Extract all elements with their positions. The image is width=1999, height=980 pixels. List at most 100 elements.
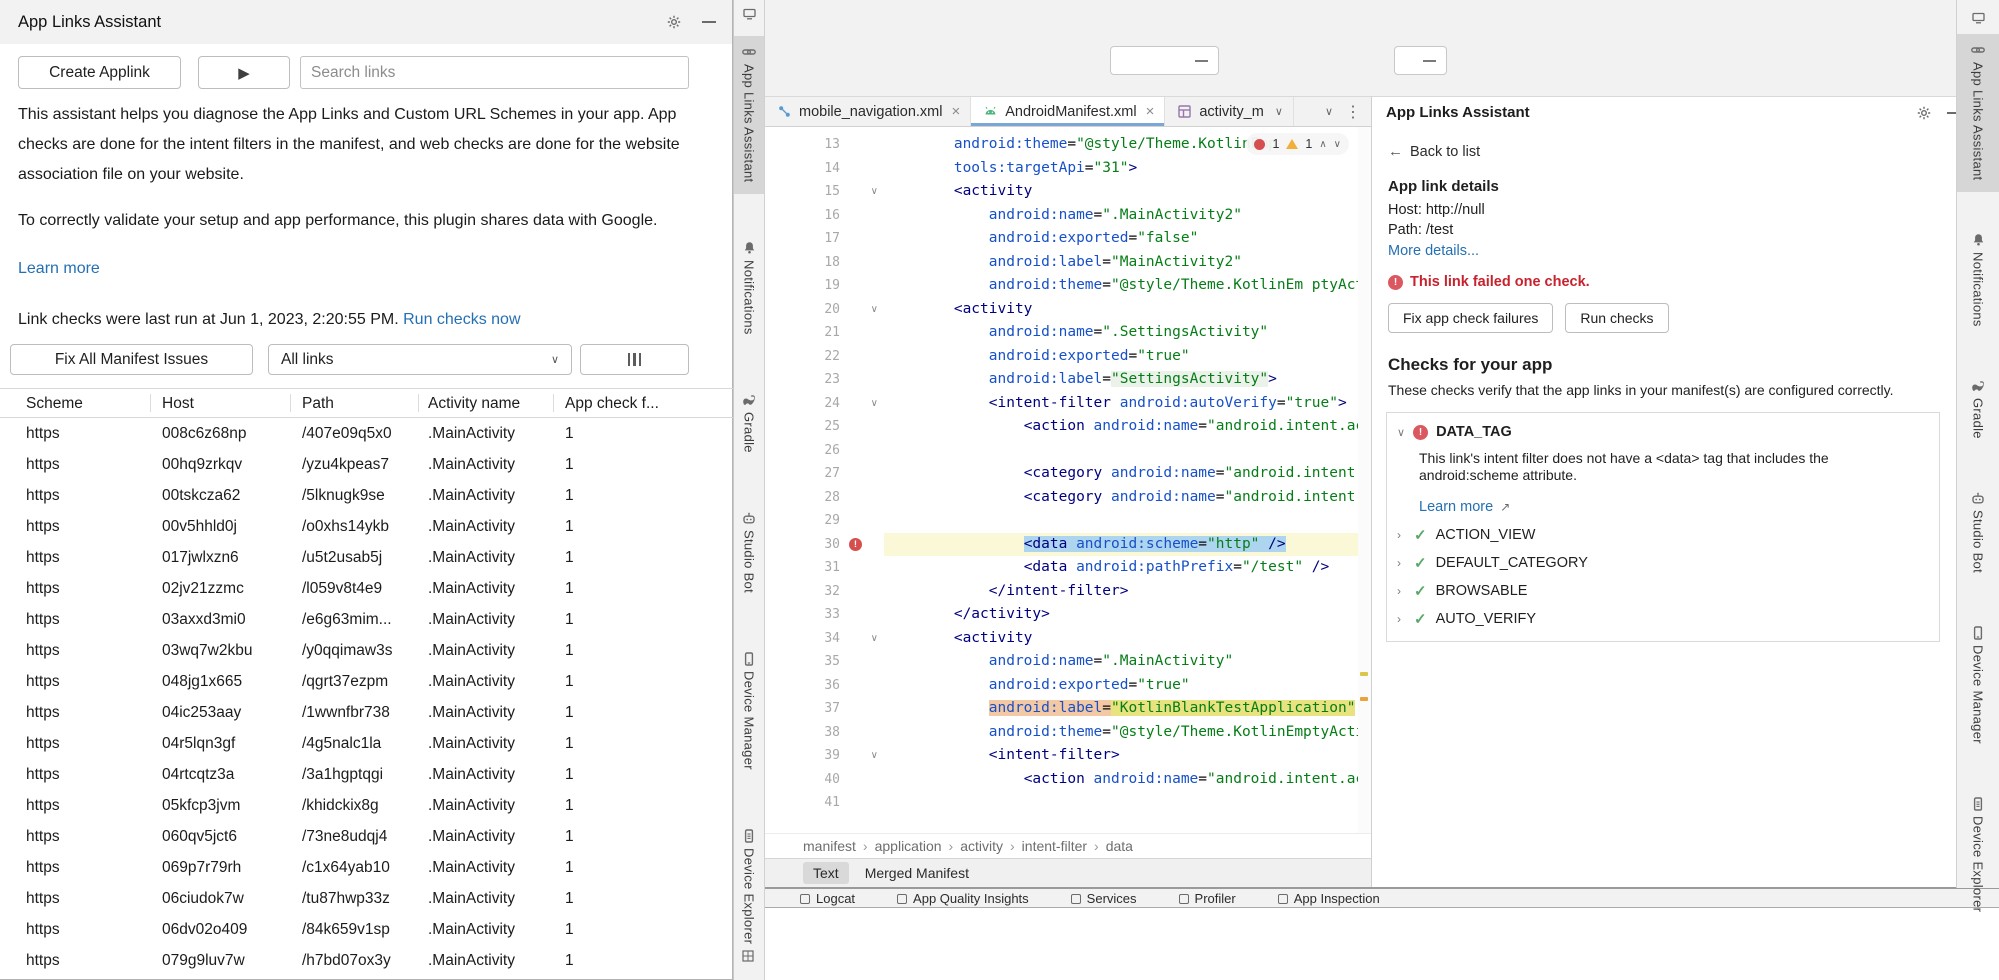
fold-icon[interactable]: ∨ <box>871 298 878 322</box>
tool-stripe-notifications[interactable]: Notifications <box>734 232 764 347</box>
code-line[interactable] <box>884 439 1358 463</box>
table-row[interactable]: https03axxd3mi0/e6g63mim....MainActivity… <box>0 604 733 635</box>
learn-more-link[interactable]: Learn more ↗ <box>1419 499 1925 515</box>
column-settings-button[interactable] <box>580 344 689 375</box>
create-applink-button[interactable]: Create Applink <box>18 56 181 89</box>
bottom-tool-app-quality-insights[interactable]: App Quality Insights <box>897 889 1029 908</box>
chevron-down-icon[interactable]: ∨ <box>1275 105 1283 118</box>
code-line[interactable]: </intent-filter> <box>884 580 1358 604</box>
table-row[interactable]: https02jv21zzmc/l059v8t4e9.MainActivity1 <box>0 573 733 604</box>
failed-check-row[interactable]: ∨ ! DATA_TAG <box>1397 424 1925 440</box>
fix-app-check-failures-button[interactable]: Fix app check failures <box>1388 303 1553 333</box>
tool-stripe-notifications[interactable]: Notifications <box>1957 224 1999 339</box>
grid-tool-icon[interactable] <box>742 950 754 962</box>
passed-check-row-auto-verify[interactable]: ›✓AUTO_VERIFY <box>1397 610 1925 627</box>
code-line[interactable]: android:theme="@style/Theme.KotlinEm pty… <box>884 274 1358 298</box>
close-icon[interactable]: × <box>1146 103 1155 120</box>
hidden-tabs-chevron-icon[interactable]: ∨ <box>1325 105 1333 118</box>
code-line[interactable]: android:name=".MainActivity2" <box>884 204 1358 228</box>
screen-icon[interactable] <box>1972 12 1985 24</box>
prev-issue-icon[interactable]: ∧ <box>1319 139 1326 150</box>
window-title-bar[interactable]: App Links Assistant <box>0 0 732 44</box>
tool-stripe-device-manager[interactable]: Device Manager <box>1957 617 1999 756</box>
code-line[interactable]: android:name=".SettingsActivity" <box>884 321 1358 345</box>
breadcrumb-item-application[interactable]: application <box>875 838 942 854</box>
run-checks-button[interactable]: Run checks <box>1565 303 1668 333</box>
code-line[interactable]: <activity <box>884 180 1358 204</box>
breadcrumb-item-intent-filter[interactable]: intent-filter <box>1022 838 1087 854</box>
table-row[interactable]: https06ciudok7w/tu87hwp33z.MainActivity1 <box>0 883 733 914</box>
editor-tab-androidmanifest-xml[interactable]: AndroidManifest.xml× <box>971 97 1165 126</box>
table-row[interactable]: https069p7r79rh/c1x64yab10.MainActivity1 <box>0 852 733 883</box>
column-header-host[interactable]: Host <box>162 389 194 419</box>
table-row[interactable]: https079g9luv7w/h7bd07ox3y.MainActivity1 <box>0 945 733 976</box>
table-row[interactable]: https00v5hhld0j/o0xhs14ykb.MainActivity1 <box>0 511 733 542</box>
close-icon[interactable]: × <box>951 103 960 120</box>
links-filter-dropdown[interactable]: All links ∨ <box>268 344 572 375</box>
breadcrumb-item-data[interactable]: data <box>1106 838 1133 854</box>
breadcrumb-item-manifest[interactable]: manifest <box>803 838 856 854</box>
tool-stripe-studio-bot[interactable]: Studio Bot <box>734 503 764 605</box>
table-row[interactable]: https008c6z68np/407e09q5x0.MainActivity1 <box>0 418 733 449</box>
editor-code-area[interactable]: android:theme="@style/Theme.KotlinEmp to… <box>884 133 1358 815</box>
table-row[interactable]: https05kfcp3jvm/khidckix8g.MainActivity1 <box>0 790 733 821</box>
passed-check-row-action-view[interactable]: ›✓ACTION_VIEW <box>1397 526 1925 543</box>
breadcrumb-item-activity[interactable]: activity <box>960 838 1003 854</box>
passed-check-row-default-category[interactable]: ›✓DEFAULT_CATEGORY <box>1397 554 1925 571</box>
editor-tab-activity-m[interactable]: activity_m∨ <box>1165 97 1294 126</box>
code-line[interactable]: <activity <box>884 298 1358 322</box>
editor-tab-mobile-navigation-xml[interactable]: mobile_navigation.xml× <box>765 97 971 126</box>
back-to-list-link[interactable]: ← Back to list <box>1372 143 1956 160</box>
code-line[interactable]: <activity <box>884 627 1358 651</box>
table-row[interactable]: https060qv5jct6/73ne8udqj4.MainActivity1 <box>0 821 733 852</box>
code-line[interactable]: android:exported="true" <box>884 345 1358 369</box>
code-line[interactable]: </activity> <box>884 603 1358 627</box>
warning-stripe-mark[interactable] <box>1360 672 1368 676</box>
table-row[interactable]: https017jwlxzn6/u5t2usab5j.MainActivity1 <box>0 542 733 573</box>
screen-icon[interactable] <box>743 8 756 20</box>
tool-stripe-gradle[interactable]: Gradle <box>1957 371 1999 451</box>
view-tab-merged-manifest[interactable]: Merged Manifest <box>855 862 979 884</box>
fold-icon[interactable]: ∨ <box>871 744 878 768</box>
view-tab-text[interactable]: Text <box>803 862 849 884</box>
code-line[interactable]: android:exported="true" <box>884 674 1358 698</box>
code-line[interactable]: android:label="SettingsActivity"> <box>884 368 1358 392</box>
passed-check-row-browsable[interactable]: ›✓BROWSABLE <box>1397 582 1925 599</box>
code-line[interactable]: <action android:name="android.intent.act… <box>884 768 1358 792</box>
column-header-check[interactable]: App check f... <box>565 389 659 419</box>
tool-stripe-app-links-assistant[interactable]: App Links Assistant <box>1957 34 1999 192</box>
code-line[interactable]: <data android:pathPrefix="/test" /> <box>884 556 1358 580</box>
code-line[interactable]: <category android:name="android.intent.c… <box>884 486 1358 510</box>
code-line[interactable]: android:theme="@style/Theme.KotlinEmptyA… <box>884 721 1358 745</box>
table-row[interactable]: https06dv02o409/84k659v1sp.MainActivity1 <box>0 914 733 945</box>
code-line[interactable]: android:label="KotlinBlankTestApplicatio… <box>884 697 1358 721</box>
tool-stripe-device-manager[interactable]: Device Manager <box>734 643 764 782</box>
code-line[interactable]: <intent-filter> <box>884 744 1358 768</box>
code-editor[interactable]: 131415∨1617181920∨21222324∨252627282930!… <box>765 127 1371 833</box>
gear-icon[interactable] <box>666 14 682 30</box>
code-line[interactable]: <data android:scheme="http" /> <box>884 533 1358 557</box>
tool-stripe-app-links-assistant[interactable]: App Links Assistant <box>734 36 764 194</box>
panel-header[interactable]: App Links Assistant <box>1372 97 1956 129</box>
run-checks-now-link[interactable]: Run checks now <box>403 311 520 328</box>
minimize-icon[interactable] <box>702 21 716 23</box>
code-line[interactable]: tools:targetApi="31"> <box>884 157 1358 181</box>
bottom-tool-profiler[interactable]: Profiler <box>1179 889 1236 908</box>
code-line[interactable]: android:label="MainActivity2" <box>884 251 1358 275</box>
code-line[interactable]: android:exported="false" <box>884 227 1358 251</box>
table-row[interactable]: https00tskcza62/5lknugk9se.MainActivity1 <box>0 480 733 511</box>
bottom-tool-logcat[interactable]: Logcat <box>800 889 855 908</box>
code-line[interactable]: <intent-filter android:autoVerify="true"… <box>884 392 1358 416</box>
more-details-link[interactable]: More details... <box>1372 243 1956 259</box>
code-line[interactable]: <category android:name="android.intent.c… <box>884 462 1358 486</box>
tool-stripe-studio-bot[interactable]: Studio Bot <box>1957 483 1999 585</box>
table-row[interactable]: https03wq7w2kbu/y0qqimaw3s.MainActivity1 <box>0 635 733 666</box>
fold-icon[interactable]: ∨ <box>871 627 878 651</box>
bottom-tool-app-inspection[interactable]: App Inspection <box>1278 889 1380 908</box>
search-input[interactable] <box>300 56 689 89</box>
fix-all-manifest-issues-button[interactable]: Fix All Manifest Issues <box>10 344 253 375</box>
editor-error-stripe[interactable] <box>1358 127 1371 833</box>
column-header-activity[interactable]: Activity name <box>428 389 520 419</box>
table-row[interactable]: https04ic253aay/1wwnfbr738.MainActivity1 <box>0 697 733 728</box>
code-line[interactable]: android:name=".MainActivity" <box>884 650 1358 674</box>
